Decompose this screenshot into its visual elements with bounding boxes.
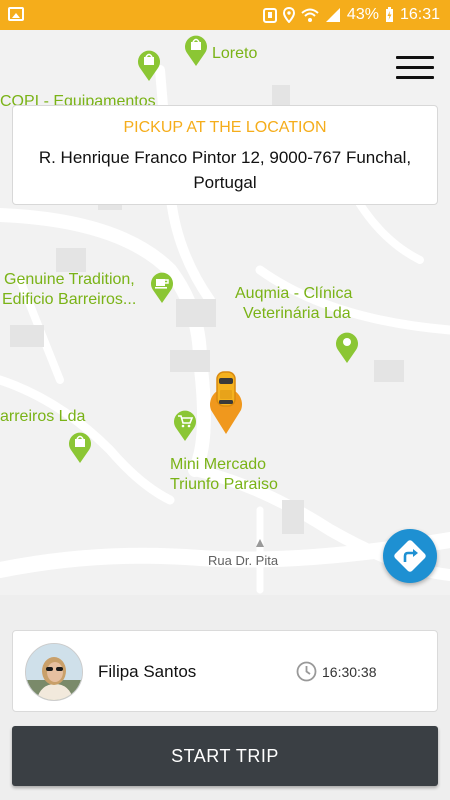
shopping-bag-icon[interactable] bbox=[183, 33, 209, 67]
pickup-title: PICKUP AT THE LOCATION bbox=[123, 119, 327, 136]
poi-label-mini-mercado: Mini Mercado bbox=[170, 456, 267, 473]
pickup-time: 16:30:38 bbox=[322, 664, 377, 680]
start-trip-button[interactable]: START TRIP bbox=[12, 726, 438, 786]
pickup-address: R. Henrique Franco Pintor 12, 9000-767 F… bbox=[38, 148, 412, 192]
shopping-bag-icon[interactable] bbox=[136, 48, 162, 82]
poi-label-genuine-tradition-2: Edificio Barreiros... bbox=[2, 291, 137, 308]
pickup-card: PICKUP AT THE LOCATION R. Henrique Franc… bbox=[12, 105, 438, 205]
gallery-icon bbox=[8, 7, 24, 21]
rider-card: Filipa Santos 16:30:38 bbox=[12, 630, 438, 712]
shopping-bag-icon[interactable] bbox=[67, 430, 93, 464]
rider-name: Filipa Santos bbox=[98, 662, 197, 681]
poi-label-mini-mercado-2: Triunfo Paraiso bbox=[170, 476, 278, 493]
poi-label-auqmia: Auqmia - Clínica bbox=[235, 285, 353, 302]
status-bar: 43% 16:31 bbox=[0, 0, 450, 30]
shopping-cart-icon[interactable] bbox=[172, 408, 198, 442]
clock-icon bbox=[296, 661, 317, 682]
directions-icon bbox=[394, 540, 426, 572]
poi-label-auqmia-2: Veterinária Lda bbox=[243, 305, 351, 322]
map-pin-icon[interactable] bbox=[334, 330, 360, 364]
car-location-marker bbox=[210, 371, 242, 434]
location-icon bbox=[282, 7, 295, 23]
wifi-icon bbox=[301, 8, 319, 22]
signal-icon bbox=[325, 8, 340, 22]
poi-label-genuine-tradition: Genuine Tradition, bbox=[4, 271, 135, 288]
clock-time: 16:31 bbox=[399, 6, 440, 23]
navigate-button[interactable] bbox=[383, 529, 437, 583]
street-label: Rua Dr. Pita bbox=[208, 553, 279, 568]
menu-icon[interactable] bbox=[396, 56, 434, 80]
battery-percent: 43% bbox=[346, 6, 379, 23]
poi-label-loreto: Loreto bbox=[212, 45, 258, 62]
nfc-icon bbox=[262, 8, 277, 23]
battery-charging-icon bbox=[385, 7, 393, 22]
cafe-icon[interactable] bbox=[149, 270, 175, 304]
poi-label-barreiros: arreiros Lda bbox=[0, 408, 86, 425]
avatar bbox=[25, 643, 83, 701]
